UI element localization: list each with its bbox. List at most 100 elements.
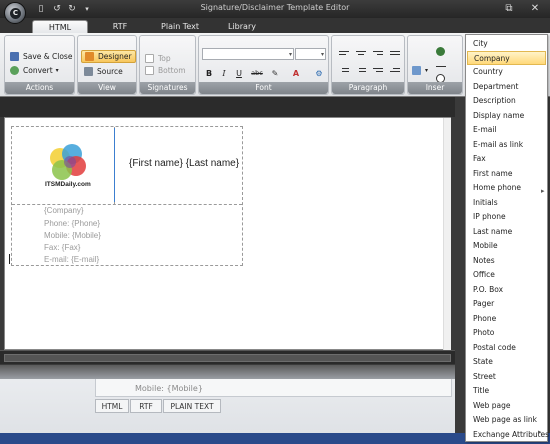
horizontal-scrollbar[interactable] (4, 354, 451, 362)
close-icon[interactable]: ✕ (528, 3, 542, 15)
field-option-email[interactable]: E-mail (467, 123, 546, 137)
field-option-display-name[interactable]: Display name (467, 109, 546, 123)
save-icon (10, 52, 19, 61)
field-option-city[interactable]: City (467, 37, 546, 51)
email-placeholder[interactable]: E-mail: {E-mail} (44, 255, 99, 264)
field-option-title[interactable]: Title (467, 384, 546, 398)
font-group-label: Font (199, 82, 328, 94)
top-label: Top (158, 54, 171, 63)
chevron-down-icon: ▾ (320, 51, 324, 58)
tab-html[interactable]: HTML (32, 20, 88, 34)
align-center-icon[interactable] (355, 49, 367, 59)
field-option-state[interactable]: State (467, 355, 546, 369)
field-option-po-box[interactable]: P.O. Box (467, 283, 546, 297)
field-option-first-name[interactable]: First name (467, 167, 546, 181)
field-option-ip-phone[interactable]: IP phone (467, 210, 546, 224)
field-option-phone[interactable]: Phone (467, 312, 546, 326)
bullet-list-icon[interactable] (338, 66, 350, 76)
field-option-email-link[interactable]: E-mail as link (467, 138, 546, 152)
checkbox-icon (145, 66, 154, 75)
italic-button[interactable]: I (218, 68, 230, 79)
field-option-home-phone[interactable]: Home phone (467, 181, 546, 195)
paragraph-group: Paragraph (331, 35, 405, 95)
name-placeholder[interactable]: {First name} {Last name} (129, 158, 239, 169)
field-option-description[interactable]: Description (467, 94, 546, 108)
insert-table-button[interactable]: ▾ (412, 64, 428, 77)
strikethrough-button[interactable]: abc (249, 68, 265, 79)
vertical-scrollbar[interactable] (443, 118, 451, 350)
special-char-icon[interactable]: ⚙ (313, 68, 325, 79)
tab-rtf[interactable]: RTF (100, 20, 140, 34)
bold-button[interactable]: B (203, 68, 215, 79)
chevron-down-icon: ▾ (288, 51, 292, 58)
preview-panel: Mobile: {Mobile} HTML RTF PLAIN TEXT (0, 365, 455, 433)
tab-plain-text[interactable]: Plain Text (150, 20, 210, 34)
justify-icon[interactable] (389, 49, 401, 59)
font-color-icon[interactable]: A (290, 68, 302, 79)
field-option-last-name[interactable]: Last name (467, 225, 546, 239)
editor-status-bar (0, 350, 455, 364)
source-button[interactable]: Source (84, 65, 123, 78)
field-option-exchange-attributes[interactable]: Exchange Attributes (467, 428, 549, 442)
field-option-country[interactable]: Country (467, 65, 546, 79)
field-option-web-page[interactable]: Web page (467, 399, 546, 413)
convert-icon (10, 66, 19, 75)
align-left-icon[interactable] (338, 49, 350, 59)
actions-group-label: Actions (5, 82, 74, 94)
field-option-office[interactable]: Office (467, 268, 546, 282)
logo-text: ITSMDaily.com (45, 181, 91, 188)
underline-button[interactable]: U (233, 68, 245, 79)
font-size-combo[interactable]: ▾ (295, 48, 326, 60)
new-icon[interactable]: ▯ (36, 4, 46, 14)
field-option-fax[interactable]: Fax (467, 152, 546, 166)
title-bar: Signature/Disclaimer Template Editor ▯ ↺… (0, 0, 550, 18)
chevron-down-icon: ▾ (55, 67, 59, 74)
insert-field-button[interactable] (436, 45, 449, 58)
preview-tab-plain-text[interactable]: PLAIN TEXT (163, 399, 221, 413)
paragraph-group-label: Paragraph (332, 82, 404, 94)
field-option-postal-code[interactable]: Postal code (467, 341, 546, 355)
preview-tab-rtf[interactable]: RTF (130, 399, 162, 413)
field-option-notes[interactable]: Notes (467, 254, 546, 268)
bottom-checkbox[interactable]: Bottom (145, 64, 186, 77)
indent-icon[interactable] (389, 66, 401, 76)
source-label: Source (97, 67, 123, 76)
mobile-placeholder[interactable]: Mobile: {Mobile} (44, 231, 101, 240)
signatures-group: Top Bottom Signatures (139, 35, 196, 95)
phone-placeholder[interactable]: Phone: {Phone} (44, 219, 100, 228)
insert-group-label: Inser (408, 82, 462, 94)
field-option-web-page-link[interactable]: Web page as link (467, 413, 546, 427)
field-option-street[interactable]: Street (467, 370, 546, 384)
insert-field-icon (436, 47, 445, 56)
insert-field-dropdown: City Company Country Department Descript… (465, 34, 549, 442)
application-menu-button[interactable]: C (4, 2, 26, 24)
field-option-pager[interactable]: Pager (467, 297, 546, 311)
font-name-combo[interactable]: ▾ (202, 48, 294, 60)
company-placeholder[interactable]: {Company} (44, 206, 84, 215)
designer-icon (85, 52, 94, 61)
fax-placeholder[interactable]: Fax: {Fax} (44, 243, 80, 252)
dropdown-icon[interactable]: ▾ (82, 4, 92, 14)
submenu-arrow-icon: ▸ (541, 187, 545, 195)
field-option-photo[interactable]: Photo (467, 326, 546, 340)
undo-icon[interactable]: ↺ (52, 4, 62, 14)
align-right-icon[interactable] (372, 49, 384, 59)
preview-tab-html[interactable]: HTML (95, 399, 129, 413)
restore-icon[interactable]: ⧉ (502, 3, 516, 15)
field-option-initials[interactable]: Initials (467, 196, 546, 210)
convert-button[interactable]: Convert ▾ (10, 64, 59, 77)
tab-library[interactable]: Library (222, 20, 262, 34)
numbered-list-icon[interactable] (355, 66, 367, 76)
field-option-department[interactable]: Department (467, 80, 546, 94)
field-option-mobile[interactable]: Mobile (467, 239, 546, 253)
ribbon-tab-row: HTML RTF Plain Text Library (0, 18, 550, 34)
save-close-button[interactable]: Save & Close (10, 50, 72, 63)
designer-button[interactable]: Designer (81, 50, 136, 63)
redo-icon[interactable]: ↻ (67, 4, 77, 14)
field-option-company[interactable]: Company (467, 51, 546, 65)
outdent-icon[interactable] (372, 66, 384, 76)
source-icon (84, 67, 93, 76)
view-group: Designer Source View (77, 35, 137, 95)
highlight-icon[interactable]: ✎ (269, 68, 281, 79)
submenu-arrow-icon: ▸ (538, 428, 542, 436)
